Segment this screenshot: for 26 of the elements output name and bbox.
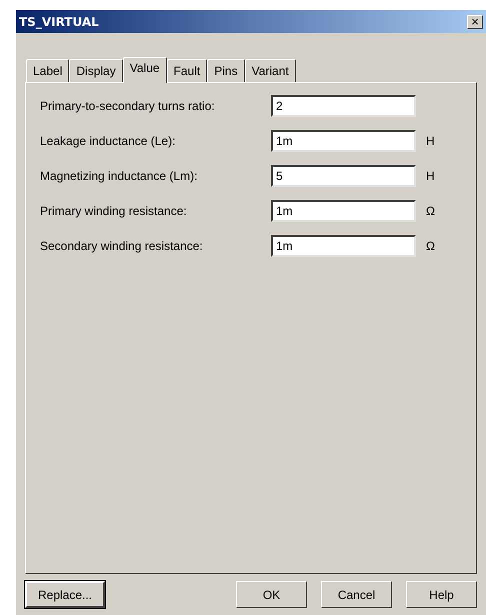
dialog-button[interactable]: Cancel: [321, 581, 392, 608]
dialog-button[interactable]: Help: [406, 581, 477, 608]
window-title: TS_VIRTUAL: [19, 14, 99, 30]
field-label: Primary winding resistance:: [40, 203, 188, 220]
field-label: Primary-to-secondary turns ratio:: [40, 98, 216, 115]
input-field[interactable]: 2: [271, 95, 416, 117]
input-field[interactable]: 1m: [271, 200, 416, 222]
field-label: Secondary winding resistance:: [40, 238, 204, 255]
input-field[interactable]: 1m: [271, 130, 416, 152]
tab[interactable]: Value: [122, 57, 167, 83]
close-button[interactable]: ×: [467, 14, 483, 28]
tab[interactable]: Fault: [166, 59, 208, 82]
tab[interactable]: Display: [69, 59, 123, 82]
unit-label: Ω: [426, 203, 435, 220]
input-field[interactable]: 5: [271, 165, 416, 187]
unit-label: H: [426, 168, 435, 185]
tab[interactable]: Label: [26, 59, 70, 82]
field-label: Leakage inductance (Le):: [40, 133, 176, 150]
tab[interactable]: Pins: [207, 59, 245, 82]
tab[interactable]: Variant: [244, 59, 296, 82]
dialog-button[interactable]: Replace...: [25, 581, 105, 608]
field-label: Magnetizing inductance (Lm):: [40, 168, 198, 185]
input-field[interactable]: 1m: [271, 235, 416, 257]
dialog-button[interactable]: OK: [236, 581, 307, 608]
unit-label: H: [426, 133, 435, 150]
unit-label: Ω: [426, 238, 435, 255]
